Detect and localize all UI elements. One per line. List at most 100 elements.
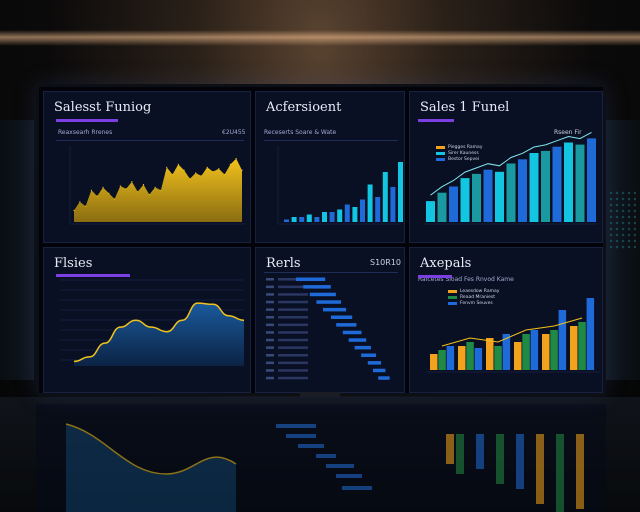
bar	[344, 204, 350, 222]
data-point	[224, 173, 226, 176]
bar	[578, 322, 586, 370]
data-point	[154, 186, 156, 188]
bar-chart-5	[266, 277, 390, 380]
data-point	[183, 169, 185, 171]
row-label	[266, 376, 274, 380]
monitor-screen: Salesst Funiog Reaxsearh Rrenes €2U455 A…	[36, 84, 606, 396]
panel-rerls: Rerls S10R10	[255, 247, 405, 393]
area-chart-1	[69, 146, 246, 225]
bar	[342, 330, 362, 335]
bar	[291, 217, 297, 222]
panel-sales-funding: Salesst Funiog Reaxsearh Rrenes €2U455	[43, 91, 251, 243]
data-point	[148, 194, 150, 196]
row-label	[278, 376, 308, 380]
area-chart-4	[60, 279, 245, 366]
row-label	[278, 338, 308, 342]
bar	[375, 197, 381, 222]
bar	[284, 219, 289, 222]
row-label	[278, 346, 308, 349]
bar	[522, 334, 530, 370]
wall-led-grid	[608, 190, 636, 250]
ceiling-light-strip	[0, 30, 640, 46]
row-label	[266, 331, 274, 334]
data-point	[200, 175, 202, 177]
data-point	[142, 184, 145, 186]
data-point	[212, 171, 214, 173]
row-label	[266, 278, 274, 281]
panel-axepals: Axepals Raicetes Sioad Fes Rnvod Kame Le…	[409, 247, 603, 393]
bar	[390, 187, 396, 222]
data-point	[235, 158, 237, 160]
bar-chart-2	[277, 146, 403, 225]
chart-series	[266, 277, 390, 380]
bar	[530, 330, 539, 370]
data-point	[137, 191, 139, 193]
chart-series	[426, 131, 596, 222]
row-label	[266, 369, 274, 372]
row-label	[266, 300, 274, 304]
bar	[550, 330, 558, 370]
bar-chart-6	[426, 298, 600, 373]
bar	[373, 368, 386, 373]
bar	[446, 346, 455, 370]
bar	[398, 162, 403, 222]
bar	[529, 153, 539, 222]
data-point	[189, 178, 191, 180]
data-point	[90, 189, 92, 191]
data-point	[229, 163, 231, 165]
left-wall	[0, 120, 34, 380]
bar	[506, 163, 516, 222]
row-label	[266, 285, 274, 289]
bar	[495, 171, 504, 222]
bar	[314, 217, 320, 222]
data-point	[85, 205, 87, 207]
bar	[586, 298, 595, 370]
chart-series	[73, 158, 243, 222]
data-point	[171, 173, 174, 176]
bar	[575, 144, 585, 222]
data-point	[73, 209, 75, 212]
row-label	[266, 316, 274, 319]
panel-sales-funnel: Sales 1 Funel Rseen Fir Piegges Ramay Si…	[409, 91, 603, 243]
data-point	[160, 189, 162, 191]
bar	[449, 186, 458, 222]
data-point	[114, 198, 116, 200]
data-point	[119, 185, 121, 187]
bar	[438, 350, 446, 370]
bar	[483, 169, 493, 222]
data-point	[177, 163, 179, 165]
data-point	[108, 192, 110, 194]
bar	[564, 142, 573, 222]
row-label	[278, 369, 308, 372]
bar	[378, 376, 390, 380]
bar	[299, 217, 305, 222]
row-label	[266, 361, 274, 365]
chart-series	[284, 162, 403, 222]
data-point	[79, 201, 81, 203]
bar	[541, 150, 550, 222]
bar	[518, 159, 527, 222]
bar	[382, 172, 388, 222]
screen-reflection	[36, 404, 606, 512]
data-point	[102, 186, 104, 188]
chart-series	[430, 298, 595, 370]
bar	[486, 338, 494, 370]
row-label	[278, 361, 308, 365]
bar	[354, 345, 371, 350]
row-label	[278, 293, 308, 296]
bar	[361, 353, 376, 357]
bar	[360, 199, 365, 222]
bar	[323, 307, 347, 312]
bar	[336, 323, 357, 327]
row-label	[266, 338, 274, 342]
bar	[309, 292, 336, 297]
bar	[494, 346, 502, 370]
bar	[316, 300, 341, 304]
data-point	[206, 166, 208, 168]
area-series	[74, 158, 242, 222]
data-point	[96, 195, 98, 197]
bar	[474, 348, 483, 370]
bar	[426, 201, 435, 222]
data-point	[195, 172, 197, 174]
bar	[367, 361, 382, 365]
